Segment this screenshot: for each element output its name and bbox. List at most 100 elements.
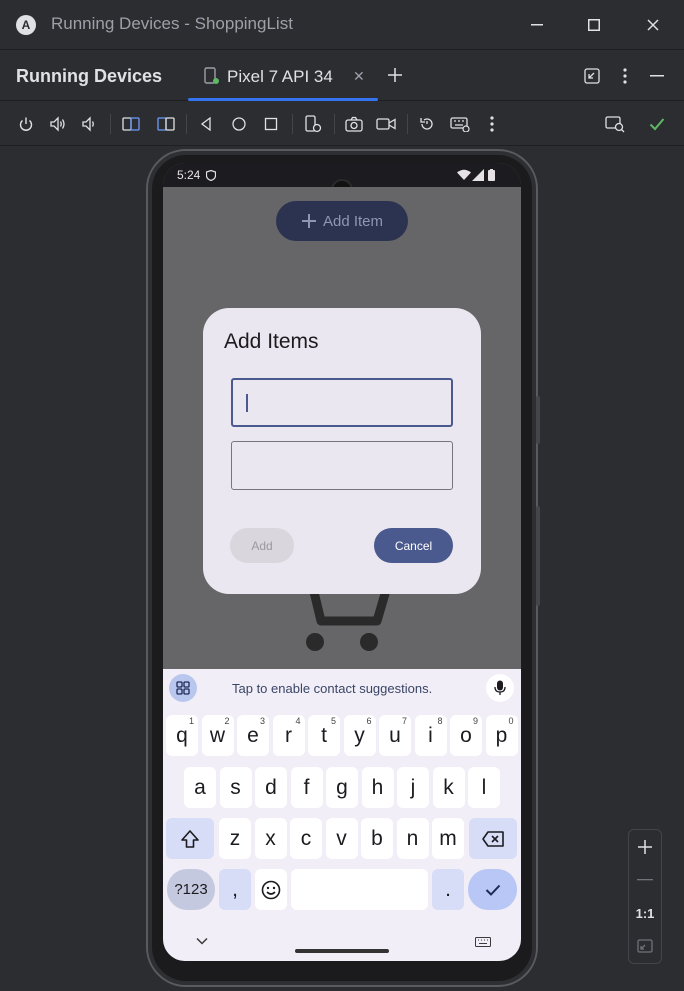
window-title: Running Devices - ShoppingList [51, 14, 293, 33]
key-label: u [389, 723, 401, 747]
tool-window-title: Running Devices [16, 66, 163, 86]
key-b[interactable]: b [361, 818, 393, 859]
wifi-icon [457, 169, 471, 180]
key-c[interactable]: c [290, 818, 322, 859]
keyboard-icon[interactable] [449, 113, 471, 135]
app-content: Add Item Add Items Add Cancel [163, 187, 521, 670]
volume-up-icon[interactable] [47, 113, 69, 135]
shift-icon [181, 829, 199, 848]
period-key[interactable]: . [432, 869, 464, 910]
power-icon[interactable] [15, 113, 37, 135]
key-x[interactable]: x [254, 818, 287, 859]
key-r[interactable]: r4 [272, 715, 305, 756]
screenshot-icon[interactable] [343, 113, 365, 135]
shift-key[interactable] [166, 818, 214, 859]
microphone-icon[interactable] [486, 674, 514, 702]
symbols-key[interactable]: ?123 [167, 869, 215, 910]
zoom-one-to-one-button[interactable]: 1:1 [629, 898, 661, 928]
item-name-field[interactable] [231, 378, 453, 427]
tab-label: Pixel 7 API 34 [227, 67, 333, 86]
screen-record-icon[interactable] [375, 113, 397, 135]
signal-icon [472, 169, 484, 181]
restore-layout-icon[interactable] [581, 65, 603, 87]
space-key[interactable] [291, 869, 428, 910]
key-j[interactable]: j [397, 767, 429, 808]
rotate-right-icon[interactable] [155, 113, 177, 135]
key-t[interactable]: t5 [308, 715, 340, 756]
toolbar-separator [292, 114, 293, 134]
volume-down-icon[interactable] [78, 113, 100, 135]
keyboard-switch-icon[interactable] [475, 934, 491, 952]
shield-icon [206, 170, 216, 181]
key-n[interactable]: n [396, 818, 429, 859]
emoji-key[interactable] [255, 869, 287, 910]
tab-pixel-7-api-34[interactable]: Pixel 7 API 34 ✕ [188, 51, 378, 101]
maximize-icon[interactable] [581, 12, 607, 38]
add-button[interactable]: Add [230, 528, 294, 563]
backspace-key[interactable] [469, 818, 517, 859]
item-quantity-field[interactable] [231, 441, 453, 490]
key-label: i [428, 723, 433, 747]
rotate-left-icon[interactable] [120, 113, 142, 135]
tab-close-icon[interactable]: ✕ [353, 68, 365, 85]
comma-key[interactable]: , [219, 869, 251, 910]
key-e[interactable]: e3 [237, 715, 269, 756]
side-button [536, 506, 540, 606]
key-g[interactable]: g [326, 767, 358, 808]
key-p[interactable]: p0 [485, 715, 518, 756]
overview-icon[interactable] [260, 113, 282, 135]
zoom-in-icon[interactable] [629, 832, 661, 862]
close-icon[interactable] [640, 12, 666, 38]
key-u[interactable]: u7 [379, 715, 411, 756]
key-h[interactable]: h [361, 767, 394, 808]
key-q[interactable]: q1 [166, 715, 198, 756]
apps-grid-icon[interactable] [169, 674, 197, 702]
key-i[interactable]: i8 [414, 715, 447, 756]
plus-icon [301, 214, 316, 228]
key-o[interactable]: o9 [450, 715, 482, 756]
zoom-out-icon[interactable] [629, 865, 661, 895]
key-label: o [460, 723, 472, 747]
minimize-icon[interactable] [524, 12, 550, 38]
keyboard-hide-icon[interactable] [196, 934, 208, 948]
battery-icon [488, 169, 495, 181]
key-hint: 3 [259, 716, 265, 726]
key-label: q [176, 723, 188, 747]
key-a[interactable]: a [184, 767, 216, 808]
suggestion-strip-text[interactable]: Tap to enable contact suggestions. [232, 681, 432, 696]
check-icon[interactable] [646, 113, 668, 135]
hide-panel-icon[interactable] [646, 65, 668, 87]
device-settings-icon[interactable] [302, 113, 324, 135]
key-f[interactable]: f [290, 767, 323, 808]
add-item-button[interactable]: Add Item [276, 201, 408, 241]
key-w[interactable]: w2 [201, 715, 234, 756]
key-hint: 4 [295, 716, 301, 726]
key-k[interactable]: k [432, 767, 465, 808]
side-button [536, 396, 540, 444]
more-icon[interactable] [481, 113, 503, 135]
key-y[interactable]: y6 [343, 715, 376, 756]
back-icon[interactable] [195, 113, 217, 135]
key-v[interactable]: v [325, 818, 358, 859]
key-l[interactable]: l [468, 767, 500, 808]
key-label: y [354, 723, 365, 747]
key-m[interactable]: m [432, 818, 464, 859]
key-z[interactable]: z [219, 818, 251, 859]
add-tab-icon[interactable] [384, 64, 406, 86]
home-icon[interactable] [228, 113, 250, 135]
key-label: t [321, 723, 327, 747]
key-s[interactable]: s [219, 767, 252, 808]
key-d[interactable]: d [255, 767, 287, 808]
add-item-label: Add Item [322, 212, 384, 230]
key-hint: 6 [366, 716, 372, 726]
device-screen[interactable]: 5:24 Add Item Add Items Add Cancel Tap t… [163, 163, 521, 961]
more-vertical-icon[interactable] [614, 65, 636, 87]
window-title-bar: A Running Devices - ShoppingList [0, 0, 684, 50]
reset-icon[interactable] [416, 113, 438, 135]
gesture-nav-handle[interactable] [295, 949, 389, 953]
toolbar-separator [110, 114, 111, 134]
enter-key[interactable] [468, 869, 517, 910]
device-mirror-icon[interactable] [604, 113, 626, 135]
zoom-fit-icon[interactable] [629, 931, 661, 961]
cancel-button[interactable]: Cancel [374, 528, 453, 563]
